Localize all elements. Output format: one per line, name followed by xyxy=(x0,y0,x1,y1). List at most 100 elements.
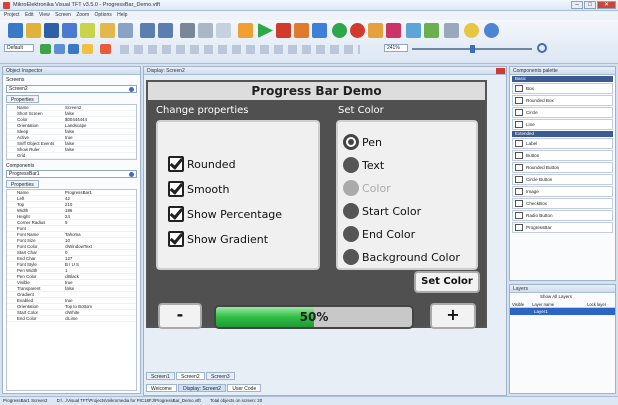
new-project-icon[interactable] xyxy=(8,23,23,38)
palette-item[interactable]: Circle xyxy=(512,107,613,118)
alignment-toolbar[interactable] xyxy=(120,45,360,54)
open-project-icon[interactable] xyxy=(26,23,41,38)
palette-item[interactable]: Button xyxy=(512,150,613,161)
set-color-button[interactable]: Set Color xyxy=(414,271,480,293)
category-basic[interactable]: Basic xyxy=(512,76,613,82)
zoom-in-icon[interactable] xyxy=(537,43,547,53)
save-all-icon[interactable] xyxy=(62,23,77,38)
increase-button[interactable]: + xyxy=(430,303,476,329)
component-icon xyxy=(515,97,523,104)
remove-icon[interactable] xyxy=(350,23,365,38)
property-row[interactable]: End Color clLime xyxy=(7,316,136,322)
screen-select[interactable]: Screen2 xyxy=(6,85,137,93)
front-icon[interactable] xyxy=(54,44,65,54)
menu-project[interactable]: Project xyxy=(4,11,20,20)
new-screen-icon[interactable] xyxy=(100,23,115,38)
menu-options[interactable]: Options xyxy=(95,11,112,20)
radio-4[interactable]: End Color xyxy=(343,224,478,244)
menu-edit[interactable]: Edit xyxy=(25,11,34,20)
tab-welcome[interactable]: Welcome xyxy=(146,384,177,392)
settings-icon[interactable] xyxy=(238,23,253,38)
palette-item[interactable]: Line xyxy=(512,119,613,130)
import-icon[interactable] xyxy=(368,23,383,38)
palette-item[interactable]: Label xyxy=(512,138,613,149)
cut-icon[interactable] xyxy=(180,23,195,38)
maximize-button[interactable]: □ xyxy=(584,1,596,9)
category-extended[interactable]: Extended xyxy=(512,131,613,137)
back-icon[interactable] xyxy=(68,44,79,54)
layer-row[interactable]: Layer1 xyxy=(510,308,615,315)
close-display-icon[interactable] xyxy=(496,68,505,74)
zoom-select[interactable]: 241% xyxy=(384,44,408,52)
checkbox-2[interactable]: Show Percentage xyxy=(168,204,318,224)
minimize-button[interactable]: – xyxy=(571,1,583,9)
tab-display-screen2[interactable]: Display: Screen2 xyxy=(178,384,226,392)
checkbox-0[interactable]: Rounded xyxy=(168,154,318,174)
menu-help[interactable]: Help xyxy=(117,11,127,20)
palette-item[interactable]: Image xyxy=(512,186,613,197)
undo-icon[interactable] xyxy=(140,23,155,38)
checkbox-3[interactable]: Show Gradient xyxy=(168,229,318,249)
delete-screen-icon[interactable] xyxy=(118,23,133,38)
redo-icon[interactable] xyxy=(158,23,173,38)
menu-zoom[interactable]: Zoom xyxy=(76,11,89,20)
tab-screen3[interactable]: Screen3 xyxy=(206,372,235,380)
font-select[interactable]: Default xyxy=(4,44,34,52)
zoom-slider-thumb[interactable] xyxy=(470,45,475,53)
radio-button[interactable] xyxy=(343,180,359,196)
checkbox-box[interactable] xyxy=(168,155,184,172)
radio-1[interactable]: Text xyxy=(343,155,478,175)
close-button[interactable]: ✕ xyxy=(597,1,616,9)
radio-button[interactable] xyxy=(343,134,359,150)
group-icon[interactable] xyxy=(82,44,93,54)
image-icon[interactable] xyxy=(406,23,421,38)
align-icon[interactable] xyxy=(40,44,51,54)
palette-item[interactable]: Box xyxy=(512,83,613,94)
menu-screen[interactable]: Screen xyxy=(55,11,71,20)
stop-icon[interactable] xyxy=(276,23,291,38)
property-value[interactable]: clLime xyxy=(65,316,78,321)
tab-screen1[interactable]: Screen1 xyxy=(146,372,175,380)
radio-button[interactable] xyxy=(343,157,359,173)
build-icon[interactable] xyxy=(294,23,309,38)
menu-view[interactable]: View xyxy=(39,11,50,20)
property-row[interactable]: Grid xyxy=(7,153,136,159)
copy-icon[interactable] xyxy=(198,23,213,38)
picture-icon[interactable] xyxy=(424,23,439,38)
radio-2[interactable]: Color xyxy=(343,178,478,198)
checkbox-box[interactable] xyxy=(168,205,184,222)
lock-icon[interactable] xyxy=(100,44,111,54)
tab-properties[interactable]: Properties xyxy=(6,95,39,103)
export-icon[interactable] xyxy=(386,23,401,38)
tools-icon[interactable] xyxy=(444,23,459,38)
component-select[interactable]: ProgressBar1 xyxy=(6,170,137,178)
radio-0[interactable]: Pen xyxy=(343,132,478,152)
program-icon[interactable] xyxy=(312,23,327,38)
checkbox-box[interactable] xyxy=(168,230,184,247)
add-icon[interactable] xyxy=(332,23,347,38)
palette-item[interactable]: Rounded Box xyxy=(512,95,613,106)
print-icon[interactable] xyxy=(80,23,95,38)
palette-item[interactable]: Radio Button xyxy=(512,210,613,221)
help-icon[interactable] xyxy=(484,23,499,38)
radio-button[interactable] xyxy=(343,226,359,242)
save-icon[interactable] xyxy=(44,23,59,38)
radio-5[interactable]: Background Color xyxy=(343,247,478,267)
show-all-layers-checkbox[interactable]: Show All Layers xyxy=(510,293,615,301)
tab-user-code[interactable]: User Code xyxy=(227,384,262,392)
paste-icon[interactable] xyxy=(216,23,231,38)
palette-item[interactable]: Rounded Button xyxy=(512,162,613,173)
tab-screen2[interactable]: Screen2 xyxy=(176,372,205,380)
decrease-button[interactable]: - xyxy=(158,303,202,329)
palette-item[interactable]: Circle Button xyxy=(512,174,613,185)
checkbox-1[interactable]: Smooth xyxy=(168,179,318,199)
radio-button[interactable] xyxy=(343,203,359,219)
palette-item[interactable]: ProgressBar xyxy=(512,222,613,233)
radio-3[interactable]: Start Color xyxy=(343,201,478,221)
palette-item[interactable]: CheckBox xyxy=(512,198,613,209)
checkbox-box[interactable] xyxy=(168,180,184,197)
run-icon[interactable] xyxy=(258,23,273,38)
tab-component-properties[interactable]: Properties xyxy=(6,180,39,188)
search-icon[interactable] xyxy=(464,23,479,38)
radio-button[interactable] xyxy=(343,249,359,265)
